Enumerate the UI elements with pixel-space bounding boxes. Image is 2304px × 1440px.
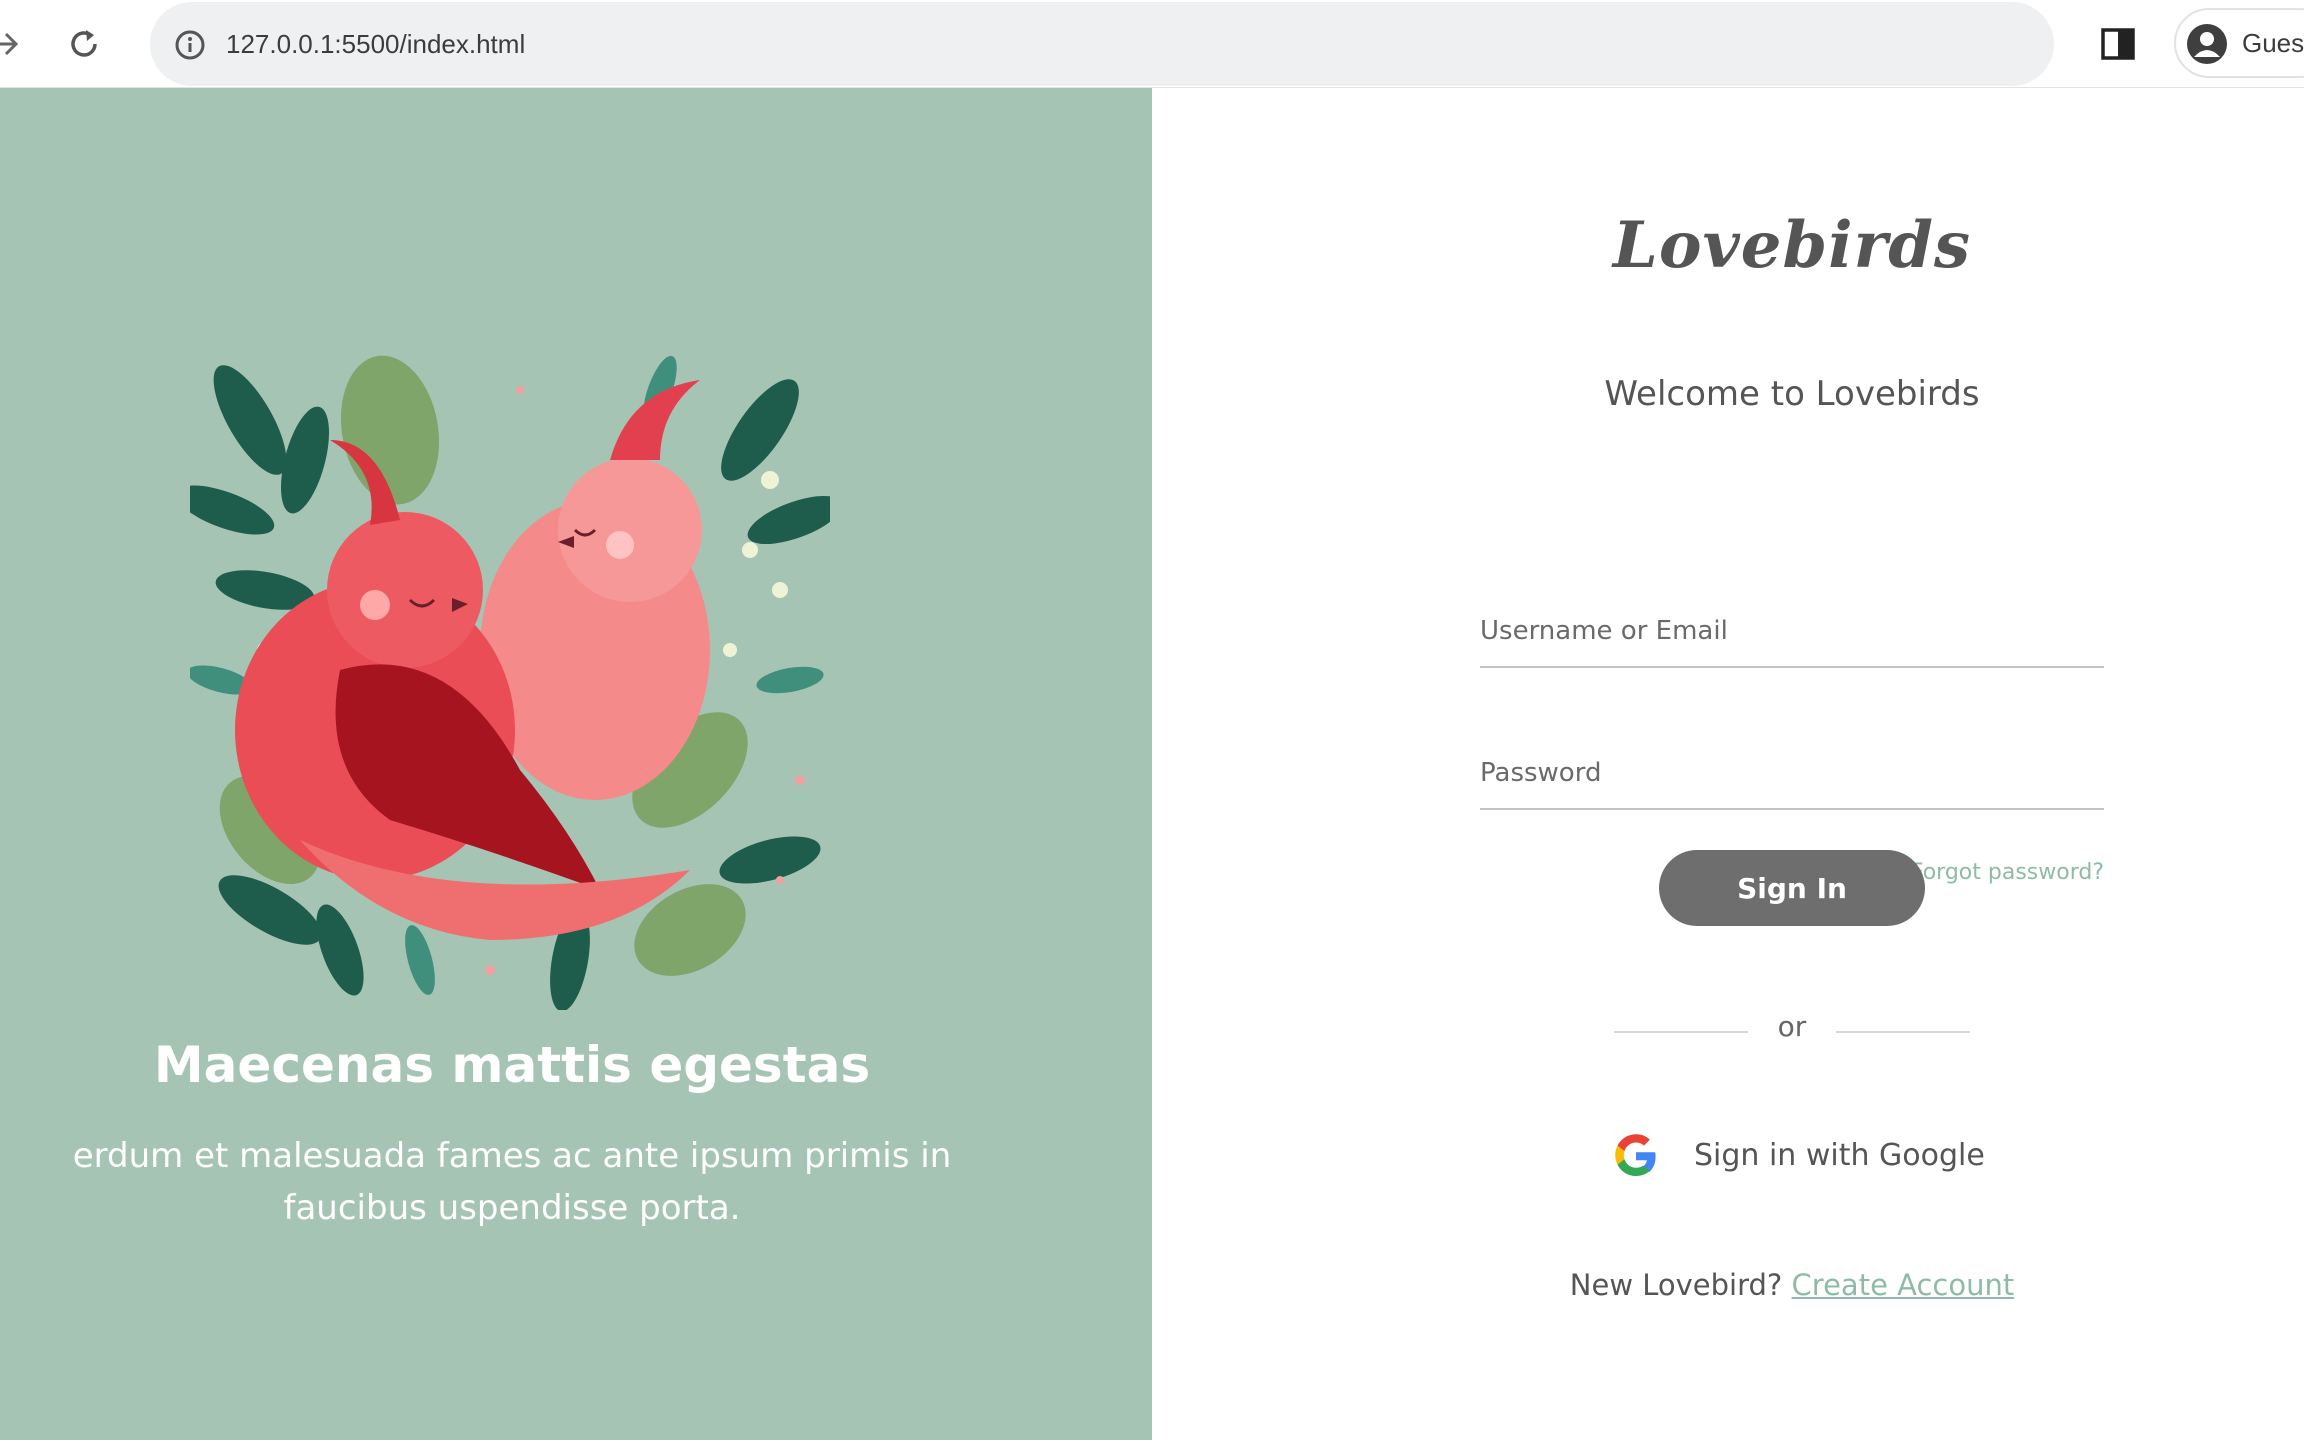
new-account-prompt: New Lovebird? — [1569, 1268, 1783, 1302]
reload-icon[interactable] — [64, 24, 104, 64]
url-text[interactable]: 127.0.0.1:5500/index.html — [226, 2, 525, 86]
side-panel-icon[interactable] — [2100, 26, 2136, 62]
profile-button[interactable]: Guest — [2174, 8, 2304, 78]
browser-toolbar: 127.0.0.1:5500/index.html Guest — [0, 0, 2304, 88]
welcome-heading: Welcome to Lovebirds — [1604, 374, 1980, 414]
lovebirds-illustration — [190, 355, 830, 1010]
brand-logo: Lovebirds — [1612, 208, 1972, 283]
sign-in-button[interactable]: Sign In — [1659, 850, 1925, 926]
hero-heading: Maecenas mattis egestas — [153, 1036, 871, 1094]
profile-label: Guest — [2242, 28, 2304, 58]
new-account-row: New Lovebird? Create Account — [1152, 1268, 2304, 1302]
forward-arrow-icon[interactable] — [0, 26, 22, 62]
hero-panel: Maecenas mattis egestas erdum et malesua… — [0, 88, 1152, 1440]
info-icon[interactable] — [174, 29, 206, 61]
google-icon — [1612, 1132, 1660, 1180]
address-bar[interactable]: 127.0.0.1:5500/index.html — [150, 2, 2054, 86]
profile-avatar-icon — [2186, 23, 2228, 65]
google-sign-in-label: Sign in with Google — [1694, 1138, 1985, 1173]
divider-line-left — [1614, 1031, 1748, 1033]
password-input[interactable] — [1480, 738, 2104, 810]
divider-label: or — [1777, 1010, 1807, 1043]
hero-body-text: erdum et malesuada fames ac ante ipsum p… — [72, 1136, 952, 1228]
google-sign-in-button[interactable]: Sign in with Google — [1612, 1128, 1985, 1188]
login-panel: Lovebirds Welcome to Lovebirds Forgot pa… — [1152, 88, 2304, 1440]
username-input[interactable] — [1480, 596, 2104, 668]
divider-line-right — [1836, 1031, 1970, 1033]
create-account-link[interactable]: Create Account — [1792, 1268, 2015, 1302]
forgot-password-link[interactable]: Forgot password? — [1911, 860, 2104, 885]
